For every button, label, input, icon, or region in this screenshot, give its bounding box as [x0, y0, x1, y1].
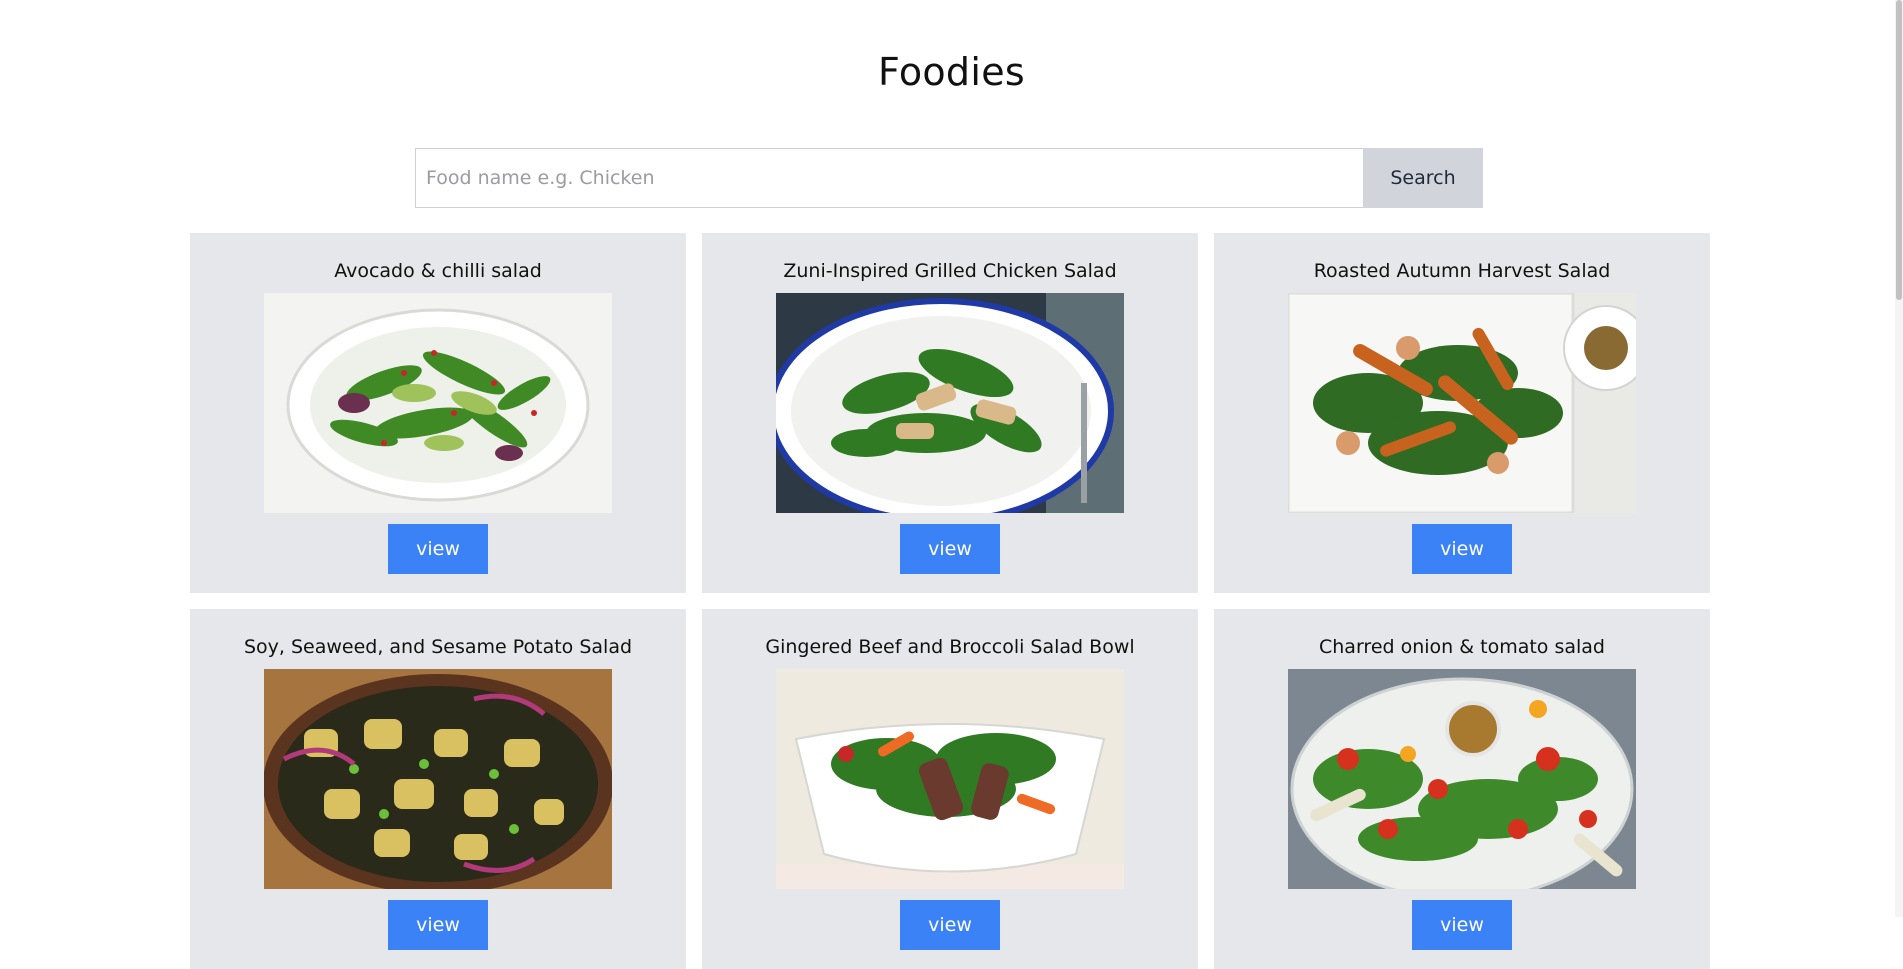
recipe-card: Avocado & chilli salad view	[190, 233, 686, 593]
recipe-image	[776, 669, 1124, 889]
view-button[interactable]: view	[900, 524, 1000, 574]
recipe-title: Soy, Seaweed, and Sesame Potato Salad	[243, 636, 633, 658]
search-input[interactable]	[415, 148, 1363, 208]
recipe-image	[264, 293, 612, 513]
recipe-card: Gingered Beef and Broccoli Salad Bowl vi…	[702, 609, 1198, 969]
view-button[interactable]: view	[388, 524, 488, 574]
recipe-card: Zuni-Inspired Grilled Chicken Salad view	[702, 233, 1198, 593]
potato-salad-photo	[264, 669, 612, 889]
onion-tomato-salad-photo	[1288, 669, 1636, 889]
harvest-salad-photo	[1288, 293, 1636, 513]
recipe-card: Soy, Seaweed, and Sesame Potato Salad vi…	[190, 609, 686, 969]
recipe-card: Roasted Autumn Harvest Salad view	[1214, 233, 1710, 593]
recipe-title: Avocado & chilli salad	[334, 260, 542, 282]
scrollbar-thumb[interactable]	[1896, 0, 1902, 300]
recipe-image	[1288, 669, 1636, 889]
chicken-salad-photo	[776, 293, 1124, 513]
recipe-card: Charred onion & tomato salad view	[1214, 609, 1710, 969]
view-button[interactable]: view	[1412, 524, 1512, 574]
recipe-title: Roasted Autumn Harvest Salad	[1313, 260, 1611, 282]
recipe-title: Zuni-Inspired Grilled Chicken Salad	[783, 260, 1117, 282]
view-button[interactable]: view	[900, 900, 1000, 950]
avocado-salad-photo	[264, 293, 612, 513]
page-title: Foodies	[878, 50, 1025, 94]
recipe-grid: Avocado & chilli salad view Zuni-Inspire…	[190, 233, 1710, 969]
recipe-image	[1288, 293, 1636, 513]
recipe-image	[776, 293, 1124, 513]
view-button[interactable]: view	[388, 900, 488, 950]
beef-broccoli-photo	[776, 669, 1124, 889]
recipe-image	[264, 669, 612, 889]
recipe-title: Charred onion & tomato salad	[1319, 636, 1605, 658]
search-button[interactable]: Search	[1363, 148, 1483, 208]
recipe-title: Gingered Beef and Broccoli Salad Bowl	[765, 636, 1135, 658]
page-scrollbar[interactable]	[1895, 0, 1903, 917]
view-button[interactable]: view	[1412, 900, 1512, 950]
search-bar: Search	[415, 148, 1483, 208]
